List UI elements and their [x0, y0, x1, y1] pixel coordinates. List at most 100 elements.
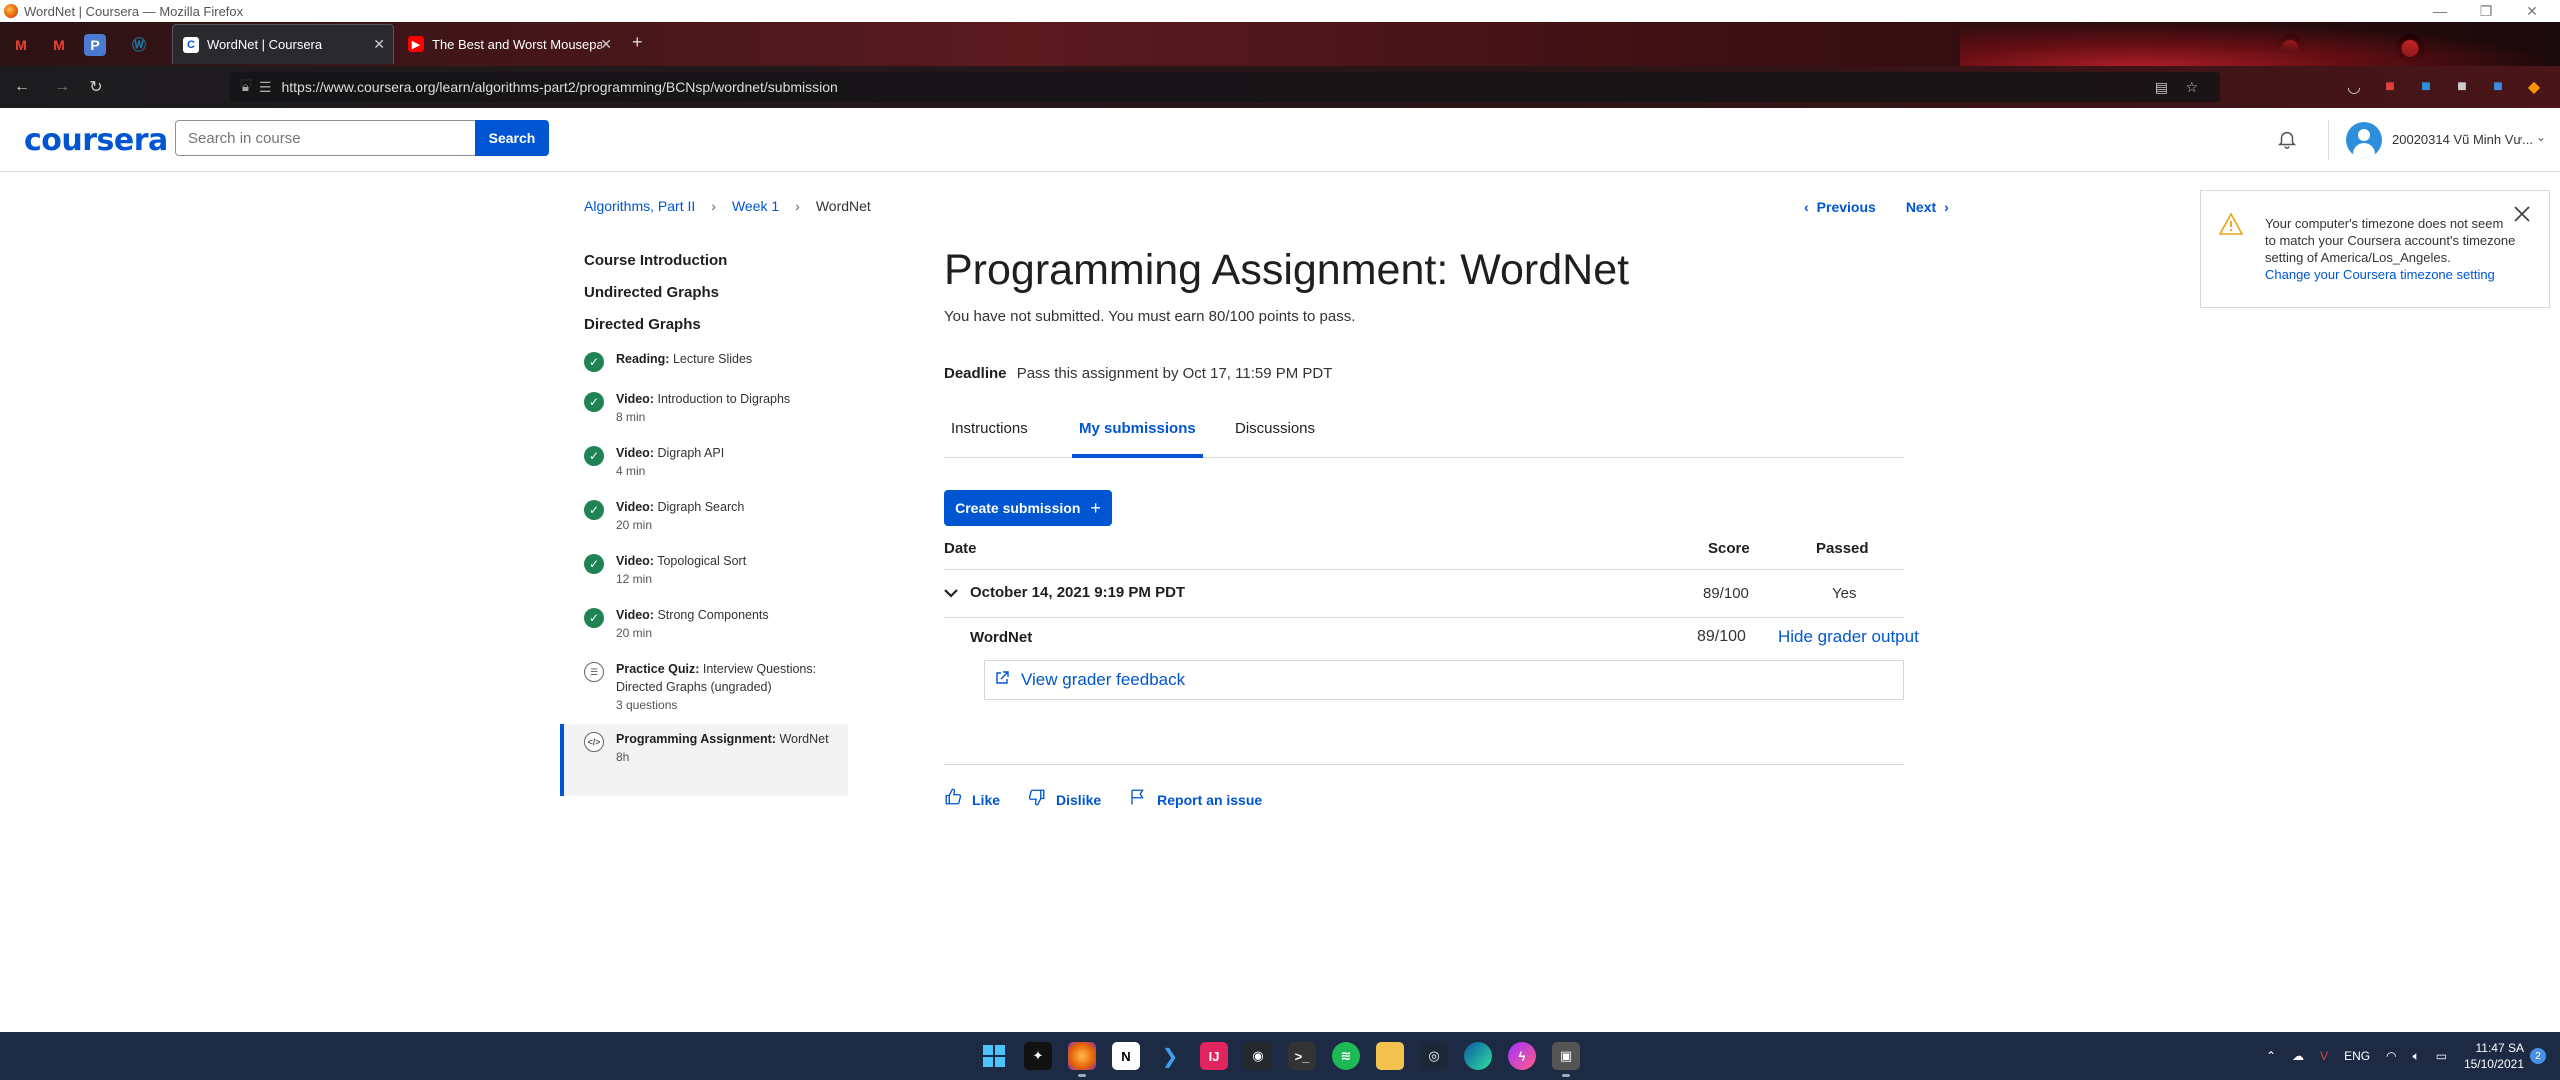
forward-arrow-icon[interactable]: → [50, 75, 74, 99]
item-duration: 8h [616, 750, 630, 764]
sidebar-item-digraph-api[interactable]: ✓ Video: Digraph API 4 min [560, 442, 848, 496]
extension-icon[interactable]: ■ [2378, 75, 2402, 99]
notification-badge[interactable]: 2 [2530, 1048, 2546, 1064]
warning-icon [2218, 212, 2244, 241]
sidebar-item-strong-components[interactable]: ✓ Video: Strong Components 20 min [560, 604, 848, 658]
next-link[interactable]: Next [1906, 199, 1936, 215]
extension-icon[interactable]: ■ [2486, 75, 2510, 99]
gmail-icon[interactable]: M [6, 30, 36, 60]
change-timezone-link[interactable]: Change your Coursera timezone setting [2265, 267, 2495, 282]
extension-icon[interactable]: ◆ [2522, 75, 2546, 99]
plus-icon: + [1090, 497, 1101, 518]
volume-icon[interactable]: 🔈︎ [2413, 1049, 2420, 1064]
chevron-up-icon[interactable]: ⌃ [2266, 1049, 2276, 1063]
jetbrains-icon[interactable]: IJ [1200, 1042, 1228, 1070]
close-tab-icon[interactable]: ✕ [373, 36, 385, 53]
tab-my-submissions[interactable]: My submissions [1072, 420, 1203, 458]
header-divider [2328, 120, 2329, 160]
gmail-icon[interactable]: M [44, 30, 74, 60]
clock-date: 15/10/2021 [2463, 1057, 2524, 1071]
vscode-icon[interactable]: ❯ [1156, 1042, 1184, 1070]
windows-start-icon[interactable] [980, 1042, 1008, 1070]
pocket-icon[interactable]: ◡ [2342, 75, 2366, 99]
new-tab-button[interactable]: + [632, 32, 643, 53]
chevron-left-icon[interactable]: ‹ [1804, 199, 1809, 215]
extension-icon[interactable]: ■ [2450, 75, 2474, 99]
wifi-icon[interactable]: ◠ [2386, 1049, 2396, 1063]
app-icon[interactable]: ✦ [1024, 1042, 1052, 1070]
chevron-right-icon[interactable]: › [1944, 199, 1949, 215]
app-icon[interactable]: ▣ [1552, 1042, 1580, 1077]
onedrive-icon[interactable]: ☁ [2292, 1049, 2304, 1063]
notion-icon[interactable]: N [1112, 1042, 1140, 1070]
terminal-icon[interactable]: >_ [1288, 1042, 1316, 1070]
url-bar[interactable]: 🔒︎ ☰ https://www.coursera.org/learn/algo… [230, 72, 2220, 102]
battery-icon[interactable]: ▭ [2436, 1049, 2447, 1063]
breadcrumb-course[interactable]: Algorithms, Part II [584, 198, 695, 214]
clock[interactable]: 11:47 SA 15/10/2021 [2454, 1040, 2524, 1072]
item-navigation: ‹ Previous Next › [1804, 199, 1949, 215]
coursera-logo[interactable]: coursera [24, 123, 168, 158]
close-tab-icon[interactable]: ✕ [600, 36, 612, 53]
chevron-down-icon[interactable]: ⌄ [2536, 130, 2546, 144]
window-title: WordNet | Coursera — Mozilla Firefox [24, 3, 244, 19]
checkmark-icon: ✓ [584, 446, 604, 466]
create-submission-label: Create submission [955, 500, 1081, 516]
search-button[interactable]: Search [475, 120, 549, 156]
submission-row[interactable]: October 14, 2021 9:19 PM PDT [944, 584, 1185, 601]
sidebar-item-wordnet[interactable]: </> Programming Assignment: WordNet 8h [560, 724, 848, 796]
wordpress-icon[interactable]: Ⓦ [124, 30, 154, 60]
like-button[interactable]: Like [944, 788, 1000, 811]
sidebar-item-lecture-slides[interactable]: ✓ Reading: Lecture Slides [560, 348, 848, 384]
sidebar-item-digraph-search[interactable]: ✓ Video: Digraph Search 20 min [560, 496, 848, 550]
thumbs-up-icon [944, 788, 962, 811]
hide-grader-output-link[interactable]: Hide grader output [1778, 627, 1919, 647]
report-issue-button[interactable]: Report an issue [1129, 788, 1262, 811]
close-window-button[interactable]: ✕ [2512, 0, 2552, 22]
item-type: Programming Assignment: [616, 732, 776, 746]
p-icon[interactable]: P [84, 34, 106, 56]
minimize-button[interactable]: — [2420, 0, 2460, 22]
file-explorer-icon[interactable] [1376, 1042, 1404, 1070]
tab-youtube[interactable]: ▶ The Best and Worst Mousepad ✕ [398, 24, 620, 64]
firefox-icon[interactable] [1068, 1042, 1096, 1077]
bell-icon[interactable] [2274, 126, 2300, 152]
create-submission-button[interactable]: Create submission + [944, 490, 1112, 526]
app-tray-icon[interactable]: V [2320, 1049, 2328, 1063]
back-arrow-icon[interactable]: ← [10, 75, 34, 99]
tab-instructions[interactable]: Instructions [944, 420, 1035, 458]
close-icon[interactable] [2513, 203, 2531, 229]
github-icon[interactable]: ◉ [1244, 1042, 1272, 1070]
sidebar-section-directed-graphs[interactable]: Directed Graphs [584, 316, 701, 333]
extension-icon[interactable]: ■ [2414, 75, 2438, 99]
permissions-icon[interactable]: ☰ [259, 79, 272, 96]
spotify-icon[interactable]: ≋ [1332, 1042, 1360, 1070]
deadline-text: Pass this assignment by Oct 17, 11:59 PM… [1016, 365, 1333, 382]
maximize-button[interactable]: ❐ [2466, 0, 2506, 22]
previous-link[interactable]: Previous [1817, 199, 1876, 215]
sidebar-item-topological-sort[interactable]: ✓ Video: Topological Sort 12 min [560, 550, 848, 604]
item-type: Video: [616, 500, 654, 514]
quiz-icon: ☰ [584, 662, 604, 682]
sidebar-section-course-introduction[interactable]: Course Introduction [584, 252, 727, 269]
sidebar-item-practice-quiz[interactable]: ☰ Practice Quiz: Interview Questions: Di… [560, 658, 848, 730]
reader-view-icon[interactable]: ▤ [2155, 79, 2168, 96]
dislike-button[interactable]: Dislike [1028, 788, 1101, 811]
view-grader-feedback-link[interactable]: View grader feedback [1021, 670, 1185, 690]
username[interactable]: 20020314 Vũ Minh Vư... [2392, 132, 2533, 147]
tab-discussions[interactable]: Discussions [1228, 420, 1322, 458]
search-input[interactable] [175, 120, 475, 156]
avatar[interactable] [2346, 122, 2382, 158]
bookmark-star-icon[interactable]: ☆ [2185, 79, 2198, 96]
sidebar-section-undirected-graphs[interactable]: Undirected Graphs [584, 284, 719, 301]
tab-coursera[interactable]: C WordNet | Coursera ✕ [172, 24, 394, 64]
reload-icon[interactable]: ↻ [84, 75, 108, 99]
item-title: Digraph API [657, 446, 725, 460]
steam-icon[interactable]: ◎ [1420, 1042, 1448, 1070]
language-indicator[interactable]: ENG [2344, 1049, 2370, 1063]
chevron-down-icon[interactable] [944, 585, 958, 601]
breadcrumb-week[interactable]: Week 1 [732, 198, 779, 214]
sidebar-item-intro-digraphs[interactable]: ✓ Video: Introduction to Digraphs 8 min [560, 388, 848, 442]
edge-icon[interactable] [1464, 1042, 1492, 1070]
messenger-icon[interactable]: ϟ [1508, 1042, 1536, 1070]
